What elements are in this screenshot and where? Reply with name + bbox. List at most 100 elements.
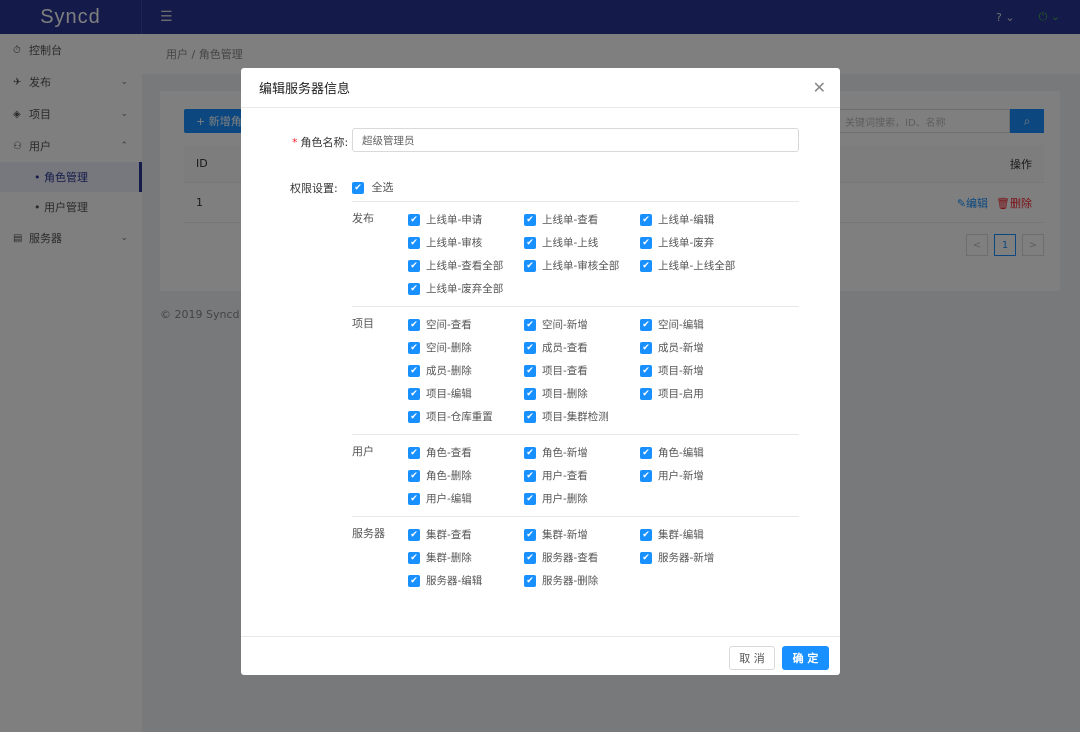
check-icon: ✔ (524, 236, 536, 249)
close-icon[interactable]: ✕ (813, 78, 826, 97)
permission-label: 项目-删除 (542, 388, 588, 400)
check-icon: ✔ (408, 387, 420, 400)
permission-checkbox[interactable]: ✔ 角色-新增 (524, 441, 640, 464)
check-icon: ✔ (524, 387, 536, 400)
select-all-checkbox[interactable]: ✔ 全选 (352, 179, 394, 195)
check-icon: ✔ (408, 528, 420, 541)
permission-checkbox[interactable]: ✔ 上线单-查看全部 (408, 254, 524, 277)
permission-checkbox[interactable]: ✔ 上线单-上线 (524, 231, 640, 254)
permission-checkbox[interactable]: ✔ 项目-删除 (524, 382, 640, 405)
permission-group: 项目 ✔ 空间-查看 ✔ 空间-新增 ✔ 空间-编辑 ✔ 空间-删除 ✔ 成员-查看 ✔ 成员-新增 ✔ 成… (352, 306, 799, 434)
permission-checkbox[interactable]: ✔ 服务器-新增 (640, 546, 756, 569)
check-icon: ✔ (640, 259, 652, 272)
check-icon: ✔ (640, 341, 652, 354)
check-icon: ✔ (524, 318, 536, 331)
permission-label: 项目-启用 (658, 388, 704, 400)
permission-checkbox[interactable]: ✔ 项目-查看 (524, 359, 640, 382)
check-icon: ✔ (524, 213, 536, 226)
permission-checkbox[interactable]: ✔ 成员-查看 (524, 336, 640, 359)
check-icon: ✔ (524, 446, 536, 459)
check-icon: ✔ (408, 259, 420, 272)
permission-checkbox[interactable]: ✔ 项目-集群检测 (524, 405, 640, 428)
permission-label: 集群-编辑 (658, 529, 704, 541)
permission-checkbox[interactable]: ✔ 角色-删除 (408, 464, 524, 487)
permission-label: 上线单-申请 (426, 214, 483, 226)
permission-label: 项目-集群检测 (542, 411, 609, 423)
permission-label: 成员-查看 (542, 342, 588, 354)
check-icon: ✔ (524, 469, 536, 482)
permission-checkbox[interactable]: ✔ 上线单-上线全部 (640, 254, 756, 277)
permission-checkbox[interactable]: ✔ 用户-删除 (524, 487, 640, 510)
permission-label: 上线单-废弃全部 (426, 283, 504, 295)
permission-checkbox[interactable]: ✔ 集群-查看 (408, 523, 524, 546)
check-icon: ✔ (408, 318, 420, 331)
check-icon: ✔ (524, 341, 536, 354)
permission-checkbox[interactable]: ✔ 项目-仓库重置 (408, 405, 524, 428)
check-icon: ✔ (408, 574, 420, 587)
check-icon: ✔ (524, 574, 536, 587)
permission-label: 空间-编辑 (658, 319, 704, 331)
check-icon: ✔ (524, 492, 536, 505)
permission-checkbox[interactable]: ✔ 成员-新增 (640, 336, 756, 359)
permission-checkbox[interactable]: ✔ 集群-新增 (524, 523, 640, 546)
check-icon: ✔ (524, 551, 536, 564)
permission-checkbox[interactable]: ✔ 用户-编辑 (408, 487, 524, 510)
permission-checkbox[interactable]: ✔ 角色-编辑 (640, 441, 756, 464)
cancel-button[interactable]: 取 消 (729, 646, 775, 670)
permission-checkbox[interactable]: ✔ 项目-启用 (640, 382, 756, 405)
permission-checkbox[interactable]: ✔ 项目-新增 (640, 359, 756, 382)
permission-checkbox[interactable]: ✔ 服务器-编辑 (408, 569, 524, 592)
check-icon: ✔ (408, 282, 420, 295)
check-icon: ✔ (640, 236, 652, 249)
permission-checkbox[interactable]: ✔ 上线单-编辑 (640, 208, 756, 231)
permission-checkbox[interactable]: ✔ 上线单-审核 (408, 231, 524, 254)
permission-label: 成员-删除 (426, 365, 472, 377)
permission-label: 项目-仓库重置 (426, 411, 493, 423)
permission-checkbox[interactable]: ✔ 成员-删除 (408, 359, 524, 382)
permission-checkbox[interactable]: ✔ 项目-编辑 (408, 382, 524, 405)
permission-label: 空间-新增 (542, 319, 588, 331)
permission-checkbox[interactable]: ✔ 空间-查看 (408, 313, 524, 336)
check-icon: ✔ (640, 528, 652, 541)
permission-checkbox[interactable]: ✔ 空间-编辑 (640, 313, 756, 336)
permission-groups: 发布 ✔ 上线单-申请 ✔ 上线单-查看 ✔ 上线单-编辑 ✔ 上线单-审核 ✔ 上线单-上线 ✔ 上线… (352, 201, 799, 598)
permission-label: 权限设置: (290, 182, 338, 195)
check-icon: ✔ (640, 213, 652, 226)
role-name-label: * 角色名称: (292, 136, 349, 149)
permission-label: 用户-删除 (542, 493, 588, 505)
permission-label: 服务器-删除 (542, 575, 599, 587)
permission-checkbox[interactable]: ✔ 空间-删除 (408, 336, 524, 359)
permission-label: 集群-新增 (542, 529, 588, 541)
permission-checkbox[interactable]: ✔ 角色-查看 (408, 441, 524, 464)
permission-label: 空间-查看 (426, 319, 472, 331)
permission-label: 上线单-废弃 (658, 237, 715, 249)
permission-label: 上线单-编辑 (658, 214, 715, 226)
check-icon: ✔ (408, 364, 420, 377)
permission-checkbox[interactable]: ✔ 上线单-申请 (408, 208, 524, 231)
check-icon: ✔ (408, 236, 420, 249)
permission-label: 服务器-查看 (542, 552, 599, 564)
permission-label: 项目-新增 (658, 365, 704, 377)
check-icon: ✔ (640, 446, 652, 459)
permission-checkbox[interactable]: ✔ 上线单-审核全部 (524, 254, 640, 277)
permission-label: 上线单-审核 (426, 237, 483, 249)
permission-checkbox[interactable]: ✔ 服务器-查看 (524, 546, 640, 569)
permission-checkbox[interactable]: ✔ 上线单-废弃全部 (408, 277, 524, 300)
permission-checkbox[interactable]: ✔ 空间-新增 (524, 313, 640, 336)
permission-checkbox[interactable]: ✔ 用户-新增 (640, 464, 756, 487)
permission-checkbox[interactable]: ✔ 集群-编辑 (640, 523, 756, 546)
group-name: 服务器 (352, 527, 385, 540)
permission-checkbox[interactable]: ✔ 上线单-废弃 (640, 231, 756, 254)
permission-label: 项目-查看 (542, 365, 588, 377)
confirm-button[interactable]: 确 定 (782, 646, 829, 670)
edit-role-modal: 编辑服务器信息 ✕ * 角色名称: 超级管理员 权限设置: ✔ 全选 发布 ✔ 上线单-… (241, 68, 840, 675)
permission-label: 成员-新增 (658, 342, 704, 354)
permission-checkbox[interactable]: ✔ 上线单-查看 (524, 208, 640, 231)
permission-checkbox[interactable]: ✔ 服务器-删除 (524, 569, 640, 592)
permission-label: 上线单-上线 (542, 237, 599, 249)
check-icon: ✔ (524, 410, 536, 423)
role-name-input[interactable]: 超级管理员 (352, 128, 799, 152)
permission-checkbox[interactable]: ✔ 用户-查看 (524, 464, 640, 487)
permission-checkbox[interactable]: ✔ 集群-删除 (408, 546, 524, 569)
permission-label: 上线单-审核全部 (542, 260, 620, 272)
